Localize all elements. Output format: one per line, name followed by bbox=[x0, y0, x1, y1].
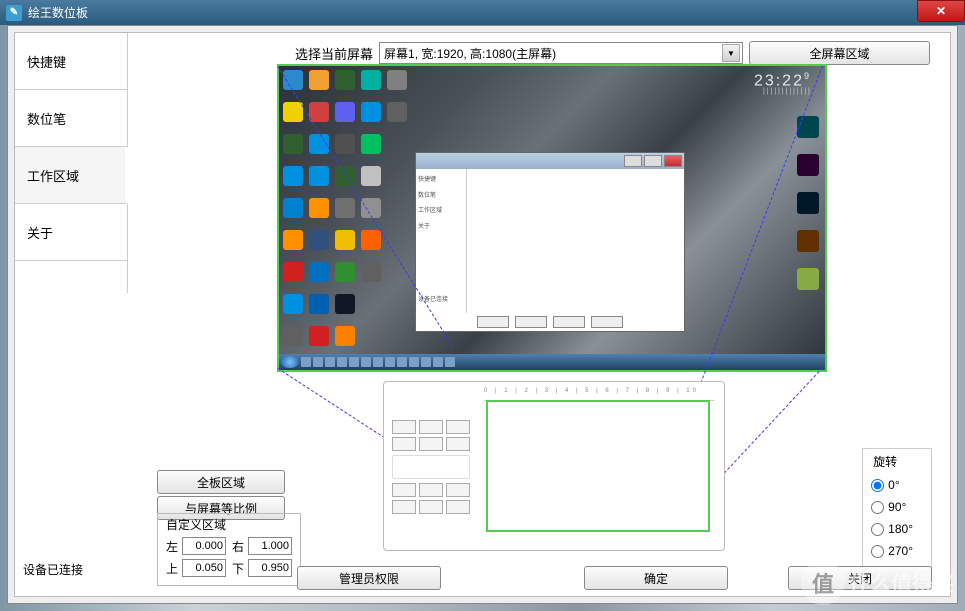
rotate-270-radio[interactable] bbox=[871, 545, 884, 558]
button-label: 管理员权限 bbox=[339, 570, 399, 587]
window-title: 绘王数位板 bbox=[28, 4, 88, 21]
button-label: 全板区域 bbox=[197, 474, 245, 491]
top-label: 上 bbox=[164, 560, 178, 577]
desktop-icons bbox=[283, 70, 409, 372]
screen-select-row: 选择当前屏幕 屏幕1, 宽:1920, 高:1080(主屏幕) ▼ 全屏幕区域 bbox=[295, 41, 930, 65]
inner-tab: 快捷键 bbox=[418, 173, 464, 189]
rotate-180-radio[interactable] bbox=[871, 523, 884, 536]
button-label: 全屏幕区域 bbox=[810, 45, 870, 62]
rotate-270[interactable]: 270° bbox=[871, 540, 913, 562]
close-button[interactable]: 关闭 bbox=[788, 566, 932, 590]
status-label: 设备已连接 bbox=[23, 561, 83, 578]
clock-time: 23:22 bbox=[754, 72, 804, 89]
rotate-0[interactable]: 0° bbox=[871, 474, 913, 496]
screen-select-dropdown[interactable]: 屏幕1, 宽:1920, 高:1080(主屏幕) ▼ bbox=[379, 42, 743, 64]
taskbar bbox=[279, 354, 825, 370]
right-label: 右 bbox=[230, 538, 244, 555]
rotate-0-radio[interactable] bbox=[871, 479, 884, 492]
ok-button[interactable]: 确定 bbox=[584, 566, 728, 590]
screen-select-label: 选择当前屏幕 bbox=[295, 44, 373, 63]
radio-label: 90° bbox=[888, 500, 906, 514]
button-label: 关闭 bbox=[848, 570, 872, 587]
bottom-buttons: 管理员权限 确定 关闭 bbox=[297, 566, 932, 590]
tab-about[interactable]: 关于 bbox=[15, 204, 127, 261]
inner-window: 快捷键 数位笔 工作区域 关于 设备已连接 bbox=[415, 152, 685, 332]
tab-label: 数位笔 bbox=[27, 109, 66, 128]
rotate-180[interactable]: 180° bbox=[871, 518, 913, 540]
tab-label: 快捷键 bbox=[27, 52, 66, 71]
tablet-active-area[interactable] bbox=[486, 400, 710, 532]
custom-region-title: 自定义区域 bbox=[164, 516, 294, 533]
screen-select-value: 屏幕1, 宽:1920, 高:1080(主屏幕) bbox=[384, 45, 556, 62]
window-frame: 快捷键 数位笔 工作区域 关于 设备已连接 选择当前屏幕 屏幕1, 宽:1920… bbox=[7, 25, 958, 604]
rotate-group: 旋转 0° 90° 180° 270° bbox=[862, 448, 932, 571]
titlebar: ✎ 绘王数位板 ✕ bbox=[0, 0, 965, 25]
fullscreen-region-button[interactable]: 全屏幕区域 bbox=[749, 41, 930, 65]
tab-label: 工作区域 bbox=[27, 166, 79, 185]
tablet-keypad bbox=[392, 420, 470, 517]
radio-label: 270° bbox=[888, 544, 913, 558]
left-label: 左 bbox=[164, 538, 178, 555]
rotate-90-radio[interactable] bbox=[871, 501, 884, 514]
tablet-preview[interactable]: 0 | 1 | 2 | 3 | 4 | 5 | 6 | 7 | 8 | 9 | … bbox=[383, 381, 725, 551]
left-input[interactable]: 0.000 bbox=[182, 537, 226, 555]
screen-preview[interactable]: 23:229 │││││││││││││ 快捷键 数位笔 工作区域 关于 设备已… bbox=[277, 64, 827, 372]
inner-tab: 数位笔 bbox=[418, 189, 464, 205]
bottom-input[interactable]: 0.950 bbox=[248, 559, 292, 577]
button-label: 确定 bbox=[644, 570, 668, 587]
clock-sec: 9 bbox=[804, 71, 811, 81]
desktop-clock: 23:229 │││││││││││││ bbox=[754, 72, 811, 95]
radio-label: 180° bbox=[888, 522, 913, 536]
desktop-icons-right bbox=[797, 116, 819, 290]
tab-work-area[interactable]: 工作区域 bbox=[15, 147, 128, 204]
rotate-title: 旋转 bbox=[871, 453, 913, 470]
start-icon bbox=[281, 356, 299, 368]
admin-privilege-button[interactable]: 管理员权限 bbox=[297, 566, 441, 590]
client-area: 快捷键 数位笔 工作区域 关于 设备已连接 选择当前屏幕 屏幕1, 宽:1920… bbox=[14, 32, 951, 597]
chevron-down-icon: ▼ bbox=[722, 44, 740, 62]
sidebar: 快捷键 数位笔 工作区域 关于 bbox=[15, 33, 128, 293]
rotate-90[interactable]: 90° bbox=[871, 496, 913, 518]
radio-label: 0° bbox=[888, 478, 899, 492]
close-icon[interactable]: ✕ bbox=[917, 0, 965, 22]
tab-pen[interactable]: 数位笔 bbox=[15, 90, 127, 147]
top-input[interactable]: 0.050 bbox=[182, 559, 226, 577]
inner-tab: 关于 bbox=[418, 220, 464, 236]
right-input[interactable]: 1.000 bbox=[248, 537, 292, 555]
app-icon: ✎ bbox=[6, 5, 22, 21]
custom-region-group: 自定义区域 左 0.000 右 1.000 上 0.050 下 0.950 bbox=[157, 513, 301, 586]
bottom-label: 下 bbox=[230, 560, 244, 577]
full-tablet-button[interactable]: 全板区域 bbox=[157, 470, 285, 494]
tab-shortcut-keys[interactable]: 快捷键 bbox=[15, 33, 127, 90]
tab-label: 关于 bbox=[27, 223, 53, 242]
inner-status: 设备已连接 bbox=[418, 293, 448, 309]
inner-tab: 工作区域 bbox=[418, 204, 464, 220]
